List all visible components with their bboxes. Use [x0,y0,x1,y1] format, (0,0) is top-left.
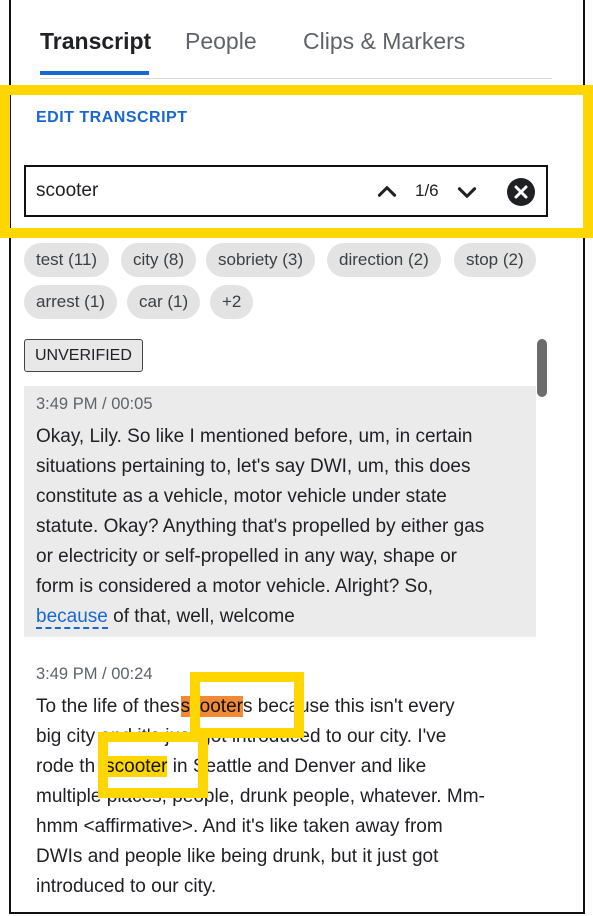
tab-bar: Transcript People Clips & Markers [40,28,552,79]
search-input[interactable] [36,177,356,205]
tab-transcript[interactable]: Transcript [40,28,151,55]
text-line: introduced to our city. [36,876,217,897]
keyword-chip-car[interactable]: car (1) [127,285,201,319]
keyword-chip-test[interactable]: test (11) [24,243,110,277]
text-fragment: To the life of thes [36,696,180,717]
text-line: hmm <affirmative>. And it's like taken a… [36,816,443,837]
keyword-chip-city[interactable]: city (8) [121,243,196,277]
keyword-chip-arrest[interactable]: arrest (1) [24,285,117,319]
more-keywords-chip[interactable]: +2 [210,285,254,319]
segment-timestamp: 3:49 PM / 00:24 [36,665,153,683]
match-counter: 1/6 [415,181,439,200]
keyword-chip-stop[interactable]: stop (2) [454,243,536,277]
active-tab-indicator [40,71,149,75]
unverified-badge: UNVERIFIED [24,339,143,372]
transcript-search-box: 1/6 [24,165,548,217]
keyword-chip-direction[interactable]: direction (2) [327,243,441,277]
segment-timestamp: 3:49 PM / 00:05 [36,395,153,413]
text-line: statute. Okay? Anything that's propelled… [36,516,485,537]
text-line: situations pertaining to, let's say DWI,… [36,456,471,477]
text-line: Okay, Lily. So like I mentioned before, … [36,426,473,447]
scrollbar-thumb[interactable] [537,339,547,397]
edit-transcript-link[interactable]: EDIT TRANSCRIPT [36,109,188,127]
text-line: constitute as a vehicle, motor vehicle u… [36,486,447,507]
text-line: or electricity or self-propelled in any … [36,546,458,567]
next-match-chevron-down-icon[interactable] [454,179,480,205]
text-fragment: rode th [36,756,96,777]
keyword-chip-sobriety[interactable]: sobriety (3) [206,243,316,277]
clear-search-close-icon[interactable] [506,177,536,207]
text-line: rode th scooter in Seattle and Denver and… [36,752,426,782]
annotation-highlight-match-2 [98,732,208,798]
flagged-word-link[interactable]: because [36,606,108,629]
text-fragment: of that, well, welcome [107,606,295,627]
tab-people[interactable]: People [185,28,257,55]
text-line: DWIs and people like being drunk, but it… [36,846,439,867]
text-line: form is considered a motor vehicle. Alri… [36,576,434,597]
previous-match-chevron-up-icon[interactable] [374,179,400,205]
text-line: because of that, well, welcome [36,602,295,632]
tab-clips-markers[interactable]: Clips & Markers [303,28,465,55]
annotation-highlight-match-1 [190,672,304,738]
